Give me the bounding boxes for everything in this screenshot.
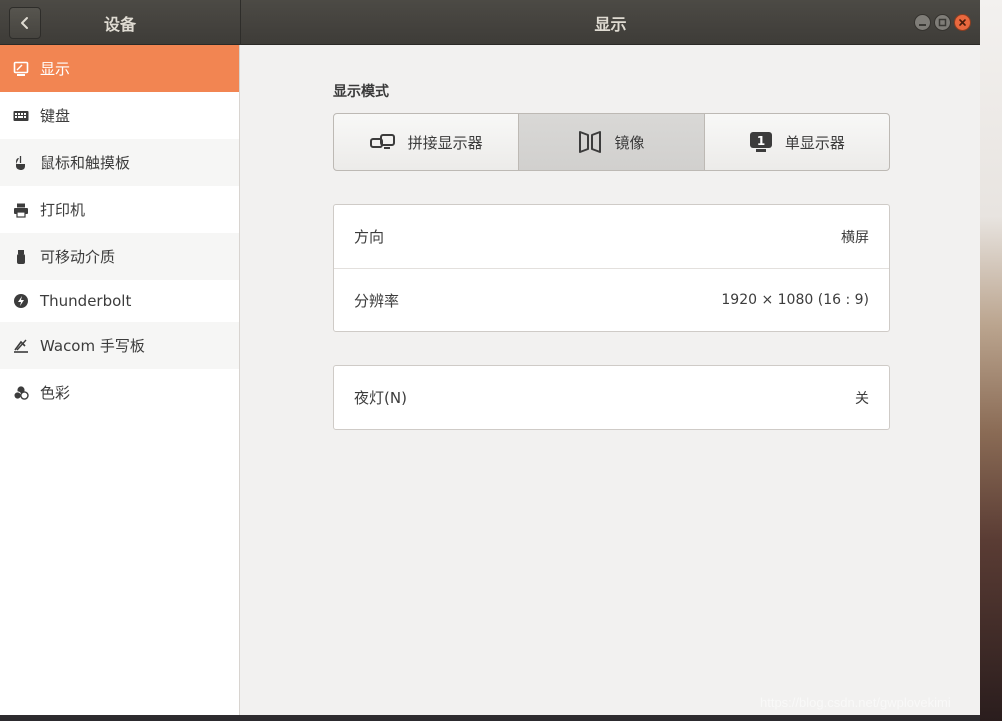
night-light-list: 夜灯(N) 关 xyxy=(333,365,890,430)
resolution-value: 1920 × 1080 (16 : 9) xyxy=(721,292,869,308)
window-controls xyxy=(914,14,971,31)
orientation-row[interactable]: 方向 横屏 xyxy=(334,205,889,268)
keyboard-icon xyxy=(12,107,30,125)
usb-drive-icon xyxy=(12,248,30,266)
page-title: 显示 xyxy=(594,14,627,34)
sidebar-item-label: 打印机 xyxy=(40,201,86,219)
settings-window: 设备 显示 显示 键盘 鼠标和触摸板 打印机 可移动介质 Thunderbolt… xyxy=(0,0,980,715)
chevron-left-icon xyxy=(21,17,28,29)
sidebar-item-keyboard[interactable]: 键盘 xyxy=(0,92,239,139)
back-button[interactable] xyxy=(9,7,41,39)
display-mode-title: 显示模式 xyxy=(333,84,389,100)
single-display-button[interactable]: 1 单显示器 xyxy=(705,114,889,170)
resolution-row[interactable]: 分辨率 1920 × 1080 (16 : 9) xyxy=(334,268,889,331)
close-icon xyxy=(959,19,966,26)
orientation-value: 横屏 xyxy=(841,229,869,246)
sidebar-item-thunderbolt[interactable]: Thunderbolt xyxy=(0,280,239,322)
mouse-icon xyxy=(12,154,30,172)
tablet-icon xyxy=(12,337,30,355)
maximize-icon xyxy=(938,18,947,27)
main-content: 显示模式 拼接显示器 镜像 1 单显示器 方向 横屏 分辨率 1920 × 10… xyxy=(241,45,980,715)
night-light-row[interactable]: 夜灯(N) 关 xyxy=(334,366,889,429)
single-display-icon: 1 xyxy=(749,131,773,153)
watermark: https://blog.csdn.net/gwplovekimi xyxy=(760,695,951,710)
maximize-button[interactable] xyxy=(934,14,951,31)
mirror-icon xyxy=(578,130,602,154)
sidebar-item-color[interactable]: 色彩 xyxy=(0,369,239,416)
sidebar-item-printer[interactable]: 打印机 xyxy=(0,186,239,233)
sidebar-item-label: Wacom 手写板 xyxy=(40,337,145,355)
display-settings-list: 方向 横屏 分辨率 1920 × 1080 (16 : 9) xyxy=(333,204,890,332)
single-display-label: 单显示器 xyxy=(784,133,845,152)
sidebar-item-display[interactable]: 显示 xyxy=(0,45,239,92)
sidebar-item-label: Thunderbolt xyxy=(40,292,132,310)
sidebar-item-label: 键盘 xyxy=(40,107,71,125)
join-displays-icon xyxy=(369,133,396,151)
night-light-value: 关 xyxy=(855,390,869,407)
thunderbolt-icon xyxy=(12,292,30,310)
join-displays-button[interactable]: 拼接显示器 xyxy=(334,114,520,170)
mirror-button[interactable]: 镜像 xyxy=(519,114,705,170)
join-displays-label: 拼接显示器 xyxy=(407,133,483,152)
display-mode-selector: 拼接显示器 镜像 1 单显示器 xyxy=(333,113,890,171)
orientation-label: 方向 xyxy=(354,228,385,246)
sidebar-item-wacom[interactable]: Wacom 手写板 xyxy=(0,322,239,369)
sidebar-item-label: 可移动介质 xyxy=(40,248,116,266)
minimize-icon xyxy=(919,24,926,26)
sidebar-item-label: 显示 xyxy=(40,60,71,78)
sidebar-item-label: 鼠标和触摸板 xyxy=(40,154,131,172)
sidebar-item-mouse[interactable]: 鼠标和触摸板 xyxy=(0,139,239,186)
minimize-button[interactable] xyxy=(914,14,931,31)
desktop-background xyxy=(980,0,1002,721)
printer-icon xyxy=(12,201,30,219)
sidebar-item-label: 色彩 xyxy=(40,384,71,402)
display-icon xyxy=(12,60,30,78)
sidebar-item-removable-media[interactable]: 可移动介质 xyxy=(0,233,239,280)
sidebar: 显示 键盘 鼠标和触摸板 打印机 可移动介质 Thunderbolt Wacom… xyxy=(0,45,240,715)
resolution-label: 分辨率 xyxy=(354,291,400,310)
night-light-label: 夜灯(N) xyxy=(354,389,407,407)
color-icon xyxy=(12,384,30,402)
mirror-label: 镜像 xyxy=(614,133,645,152)
header-bar: 设备 显示 xyxy=(0,0,980,45)
single-display-badge: 1 xyxy=(757,134,765,148)
close-button[interactable] xyxy=(954,14,971,31)
